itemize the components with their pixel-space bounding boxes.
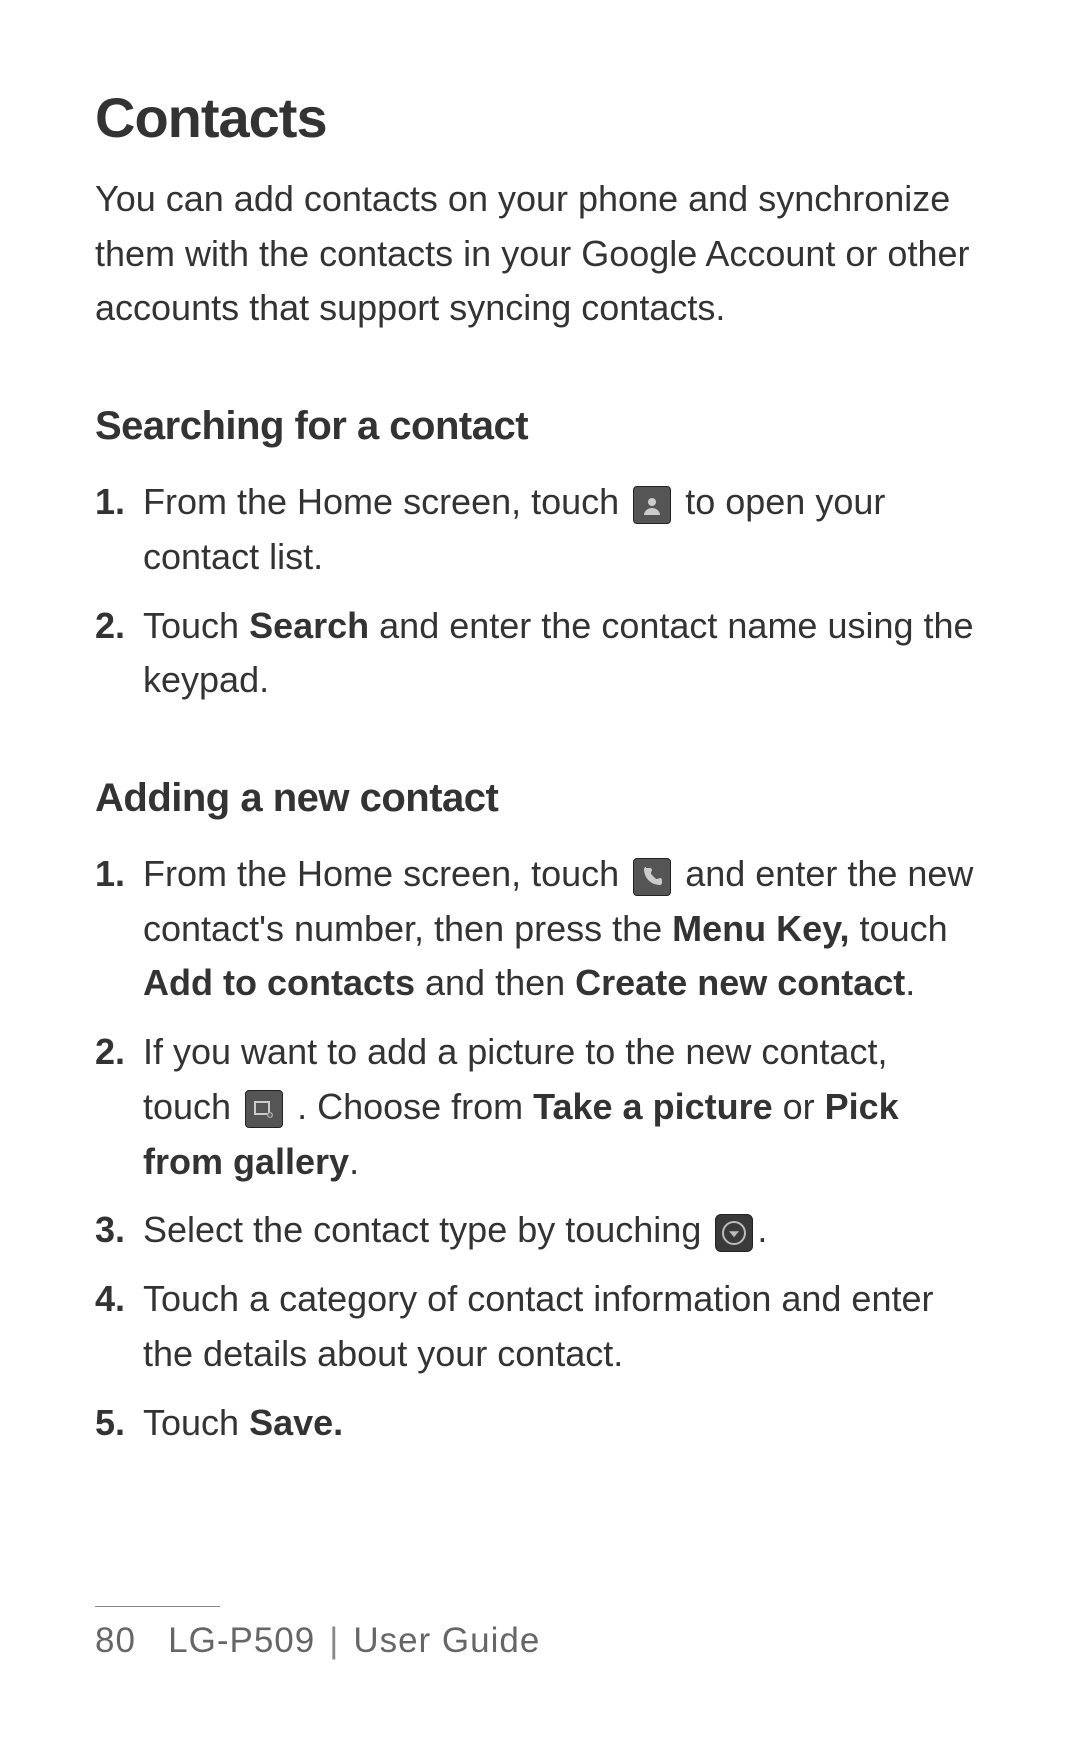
list-item: 5. Touch Save. xyxy=(95,1396,985,1451)
step-text: Select the contact type by touching xyxy=(143,1209,711,1250)
step-text: and then xyxy=(415,962,575,1003)
step-number: 2. xyxy=(95,1025,125,1080)
section-heading-adding: Adding a new contact xyxy=(95,776,985,821)
guide-label: User Guide xyxy=(353,1621,540,1660)
step-number: 4. xyxy=(95,1272,125,1327)
picture-add-icon xyxy=(245,1090,283,1128)
bold-search: Search xyxy=(249,605,369,646)
footer-text: 80 LG-P509 | User Guide xyxy=(95,1621,985,1661)
contacts-icon xyxy=(633,486,671,524)
bold-take-picture: Take a picture xyxy=(533,1086,772,1127)
list-item: 2. If you want to add a picture to the n… xyxy=(95,1025,985,1189)
list-item: 3. Select the contact type by touching . xyxy=(95,1203,985,1258)
bold-add-to-contacts: Add to contacts xyxy=(143,962,415,1003)
step-text: Touch xyxy=(143,605,249,646)
step-text: touch xyxy=(850,908,948,949)
list-item: 4. Touch a category of contact informati… xyxy=(95,1272,985,1381)
step-text: Touch xyxy=(143,1402,249,1443)
page-footer: 80 LG-P509 | User Guide xyxy=(0,1606,1080,1661)
bold-menu-key: Menu Key, xyxy=(672,908,849,949)
step-text: . xyxy=(757,1209,767,1250)
bold-save: Save. xyxy=(249,1402,343,1443)
step-text: . xyxy=(905,962,915,1003)
step-text: From the Home screen, touch xyxy=(143,853,629,894)
phone-icon xyxy=(633,858,671,896)
step-number: 1. xyxy=(95,475,125,530)
page-title: Contacts xyxy=(95,85,985,150)
step-text: or xyxy=(773,1086,825,1127)
step-text: . xyxy=(349,1141,359,1182)
step-text: From the Home screen, touch xyxy=(143,481,629,522)
list-item: 1. From the Home screen, touch and enter… xyxy=(95,847,985,1011)
adding-steps-list: 1. From the Home screen, touch and enter… xyxy=(95,847,985,1450)
footer-divider xyxy=(95,1606,220,1607)
step-number: 2. xyxy=(95,599,125,654)
step-number: 3. xyxy=(95,1203,125,1258)
model-number: LG-P509 xyxy=(168,1621,315,1660)
bold-create-new-contact: Create new contact xyxy=(575,962,905,1003)
step-text: Touch a category of contact information … xyxy=(143,1278,933,1374)
dropdown-icon xyxy=(715,1214,753,1252)
step-number: 5. xyxy=(95,1396,125,1451)
step-text: . Choose from xyxy=(287,1086,533,1127)
footer-separator: | xyxy=(329,1621,339,1660)
list-item: 1. From the Home screen, touch to open y… xyxy=(95,475,985,584)
section-heading-searching: Searching for a contact xyxy=(95,404,985,449)
list-item: 2. Touch Search and enter the contact na… xyxy=(95,599,985,708)
searching-steps-list: 1. From the Home screen, touch to open y… xyxy=(95,475,985,708)
page-number: 80 xyxy=(95,1621,136,1660)
step-number: 1. xyxy=(95,847,125,902)
intro-paragraph: You can add contacts on your phone and s… xyxy=(95,172,985,336)
